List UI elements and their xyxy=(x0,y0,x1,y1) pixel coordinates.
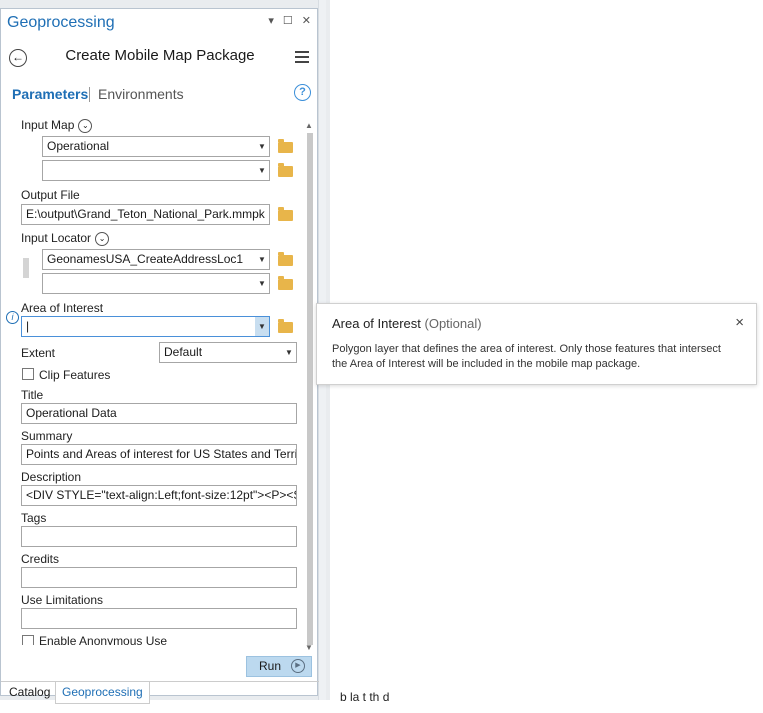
input-locator-select-2[interactable]: ▼ xyxy=(42,273,270,294)
description-field[interactable]: <DIV STYLE="text-align:Left;font-size:12… xyxy=(21,485,297,506)
window-controls: ▾ ☐ ✕ xyxy=(268,13,311,29)
drag-handle[interactable] xyxy=(23,258,29,278)
menu-icon[interactable] xyxy=(295,51,309,66)
input-map-text: Input Map xyxy=(21,118,75,132)
run-label: Run xyxy=(259,659,282,673)
input-locator-value-1: GeonamesUSA_CreateAddressLoc1 xyxy=(47,252,244,266)
tooltip-optional: (Optional) xyxy=(424,316,482,331)
restore-icon[interactable]: ☐ xyxy=(283,13,293,29)
anonymous-row: Enable Anonymous Use xyxy=(1,631,301,645)
tool-title: Create Mobile Map Package xyxy=(65,47,255,64)
aoi-select[interactable]: | ▼ xyxy=(21,316,270,337)
help-icon[interactable]: ? xyxy=(294,84,311,101)
tab-geoprocessing[interactable]: Geoprocessing xyxy=(55,682,150,704)
tooltip-title-text: Area of Interest xyxy=(332,316,421,331)
folder-icon[interactable] xyxy=(278,207,293,221)
pane-options-icon[interactable]: ▾ xyxy=(268,13,274,29)
clip-features-checkbox[interactable] xyxy=(22,368,34,380)
input-map-label: Input Map ⌄ xyxy=(21,118,93,133)
folder-icon[interactable] xyxy=(278,252,293,266)
tags-label: Tags xyxy=(21,511,47,525)
anonymous-use-checkbox[interactable] xyxy=(22,635,34,645)
output-file-label: Output File xyxy=(21,188,80,202)
dropdown-arrow-icon[interactable]: ▼ xyxy=(255,317,269,336)
input-locator-label: Input Locator ⌄ xyxy=(21,231,110,246)
folder-icon[interactable] xyxy=(278,139,293,153)
dropdown-arrow-icon[interactable]: ▼ xyxy=(255,274,269,293)
back-arrow-icon[interactable]: ← xyxy=(9,49,27,67)
input-locator-select-1[interactable]: GeonamesUSA_CreateAddressLoc1 ▼ xyxy=(42,249,270,270)
play-icon: ▶ xyxy=(291,659,305,673)
credits-label: Credits xyxy=(21,552,60,566)
info-icon[interactable]: i xyxy=(6,311,19,324)
dropdown-arrow-icon[interactable]: ▼ xyxy=(255,161,269,180)
dropdown-arrow-icon[interactable]: ▼ xyxy=(255,250,269,269)
close-pane-icon[interactable]: ✕ xyxy=(302,13,311,29)
aoi-value: | xyxy=(26,319,30,333)
run-button[interactable]: Run ▶ xyxy=(246,656,312,677)
scrollbar[interactable]: ▲ ▼ xyxy=(305,121,315,653)
input-map-select-2[interactable]: ▼ xyxy=(42,160,270,181)
extent-value: Default xyxy=(164,345,203,359)
input-map-select-1[interactable]: Operational ▼ xyxy=(42,136,270,157)
expand-chevron-icon[interactable]: ⌄ xyxy=(78,118,93,133)
tooltip-body: Polygon layer that defines the area of i… xyxy=(332,343,721,370)
folder-icon[interactable] xyxy=(278,319,293,333)
tags-field[interactable] xyxy=(21,526,297,547)
clip-features-label: Clip Features xyxy=(39,368,111,382)
title-label: Title xyxy=(21,388,44,402)
tooltip-title: Area of Interest (Optional) xyxy=(332,316,482,331)
input-map-value-1: Operational xyxy=(47,139,110,153)
folder-icon[interactable] xyxy=(278,163,293,177)
output-file-field[interactable]: E:\output\Grand_Teton_National_Park.mmpk xyxy=(21,204,270,225)
credits-field[interactable] xyxy=(21,567,297,588)
scroll-up-icon[interactable]: ▲ xyxy=(305,121,313,130)
anonymous-use-label: Enable Anonymous Use xyxy=(39,634,168,645)
geoprocessing-pane: Geoprocessing ▾ ☐ ✕ Create Mobile Map Pa… xyxy=(0,8,319,704)
extent-label: Extent xyxy=(21,346,56,360)
summary-field[interactable]: Points and Areas of interest for US Stat… xyxy=(21,444,297,465)
title-field[interactable]: Operational Data xyxy=(21,403,297,424)
close-icon[interactable]: × xyxy=(735,314,744,331)
scroll-down-icon[interactable]: ▼ xyxy=(305,643,313,652)
bottom-tab-strip: Catalog Geoprocessing xyxy=(1,681,319,704)
dropdown-arrow-icon[interactable]: ▼ xyxy=(282,343,296,362)
use-limitations-field[interactable] xyxy=(21,608,297,629)
aoi-label: Area of Interest xyxy=(21,301,104,315)
background-text: b la t th d xyxy=(340,690,390,704)
input-locator-text: Input Locator xyxy=(21,231,92,245)
extent-select[interactable]: Default ▼ xyxy=(159,342,297,363)
scroll-thumb[interactable] xyxy=(307,133,313,645)
dropdown-arrow-icon[interactable]: ▼ xyxy=(255,137,269,156)
tab-parameters[interactable]: Parameters xyxy=(12,86,88,102)
tab-environments[interactable]: Environments xyxy=(98,86,184,102)
pane-title: Geoprocessing xyxy=(7,14,115,31)
tab-divider xyxy=(89,87,90,102)
aoi-tooltip: Area of Interest (Optional) × Polygon la… xyxy=(316,303,757,385)
description-label: Description xyxy=(21,470,82,484)
summary-label: Summary xyxy=(21,429,73,443)
use-limitations-label: Use Limitations xyxy=(21,593,104,607)
folder-icon[interactable] xyxy=(278,276,293,290)
expand-chevron-icon[interactable]: ⌄ xyxy=(95,231,110,246)
